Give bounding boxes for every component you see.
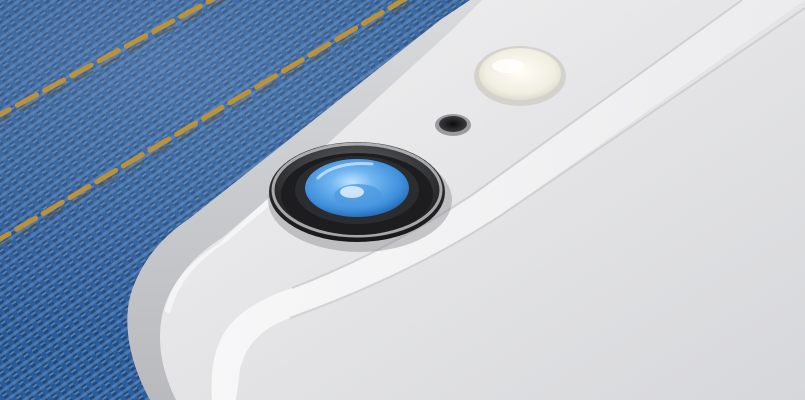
flash-icon [474, 46, 566, 106]
microphone-hole-icon [435, 114, 471, 136]
photo-illustration [0, 0, 805, 400]
photo-scene [0, 0, 805, 400]
